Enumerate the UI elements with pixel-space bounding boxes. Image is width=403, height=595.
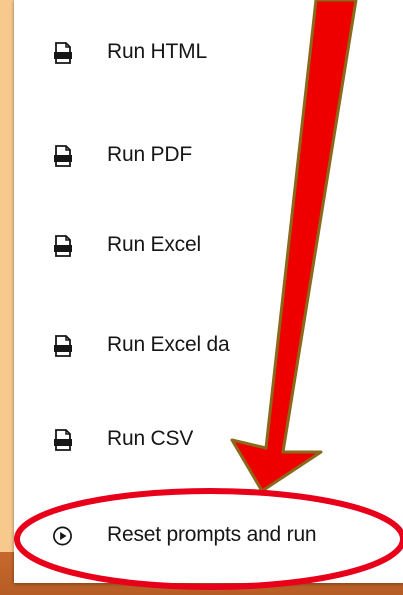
menu-item-reset-prompts-and-run[interactable]: Reset prompts and run: [14, 508, 403, 564]
pdf-file-icon: [54, 145, 72, 167]
menu-item-run-excel[interactable]: Run Excel: [14, 218, 403, 274]
excel-file-icon: [54, 235, 72, 257]
menu-item-run-csv[interactable]: Run CSV: [14, 412, 403, 468]
menu-item-label: Run HTML: [107, 40, 207, 64]
menu-item-run-excel-data[interactable]: Run Excel da: [14, 318, 403, 374]
csv-file-icon: [54, 429, 72, 451]
menu-item-label: Run PDF: [107, 143, 192, 167]
menu-item-run-html[interactable]: Run HTML: [14, 25, 403, 81]
menu-item-run-pdf[interactable]: Run PDF: [14, 128, 403, 184]
html-file-icon: [54, 42, 72, 64]
menu-item-label: Reset prompts and run: [107, 523, 317, 547]
menu-item-label: Run Excel: [107, 233, 201, 257]
run-options-menu: Run HTML Run PDF Run Excel Run Excel da: [14, 0, 403, 583]
menu-item-label: Run CSV: [107, 427, 194, 451]
excel-data-file-icon: [54, 335, 72, 357]
play-circle-icon: [53, 526, 72, 546]
menu-item-label: Run Excel da: [107, 333, 230, 357]
